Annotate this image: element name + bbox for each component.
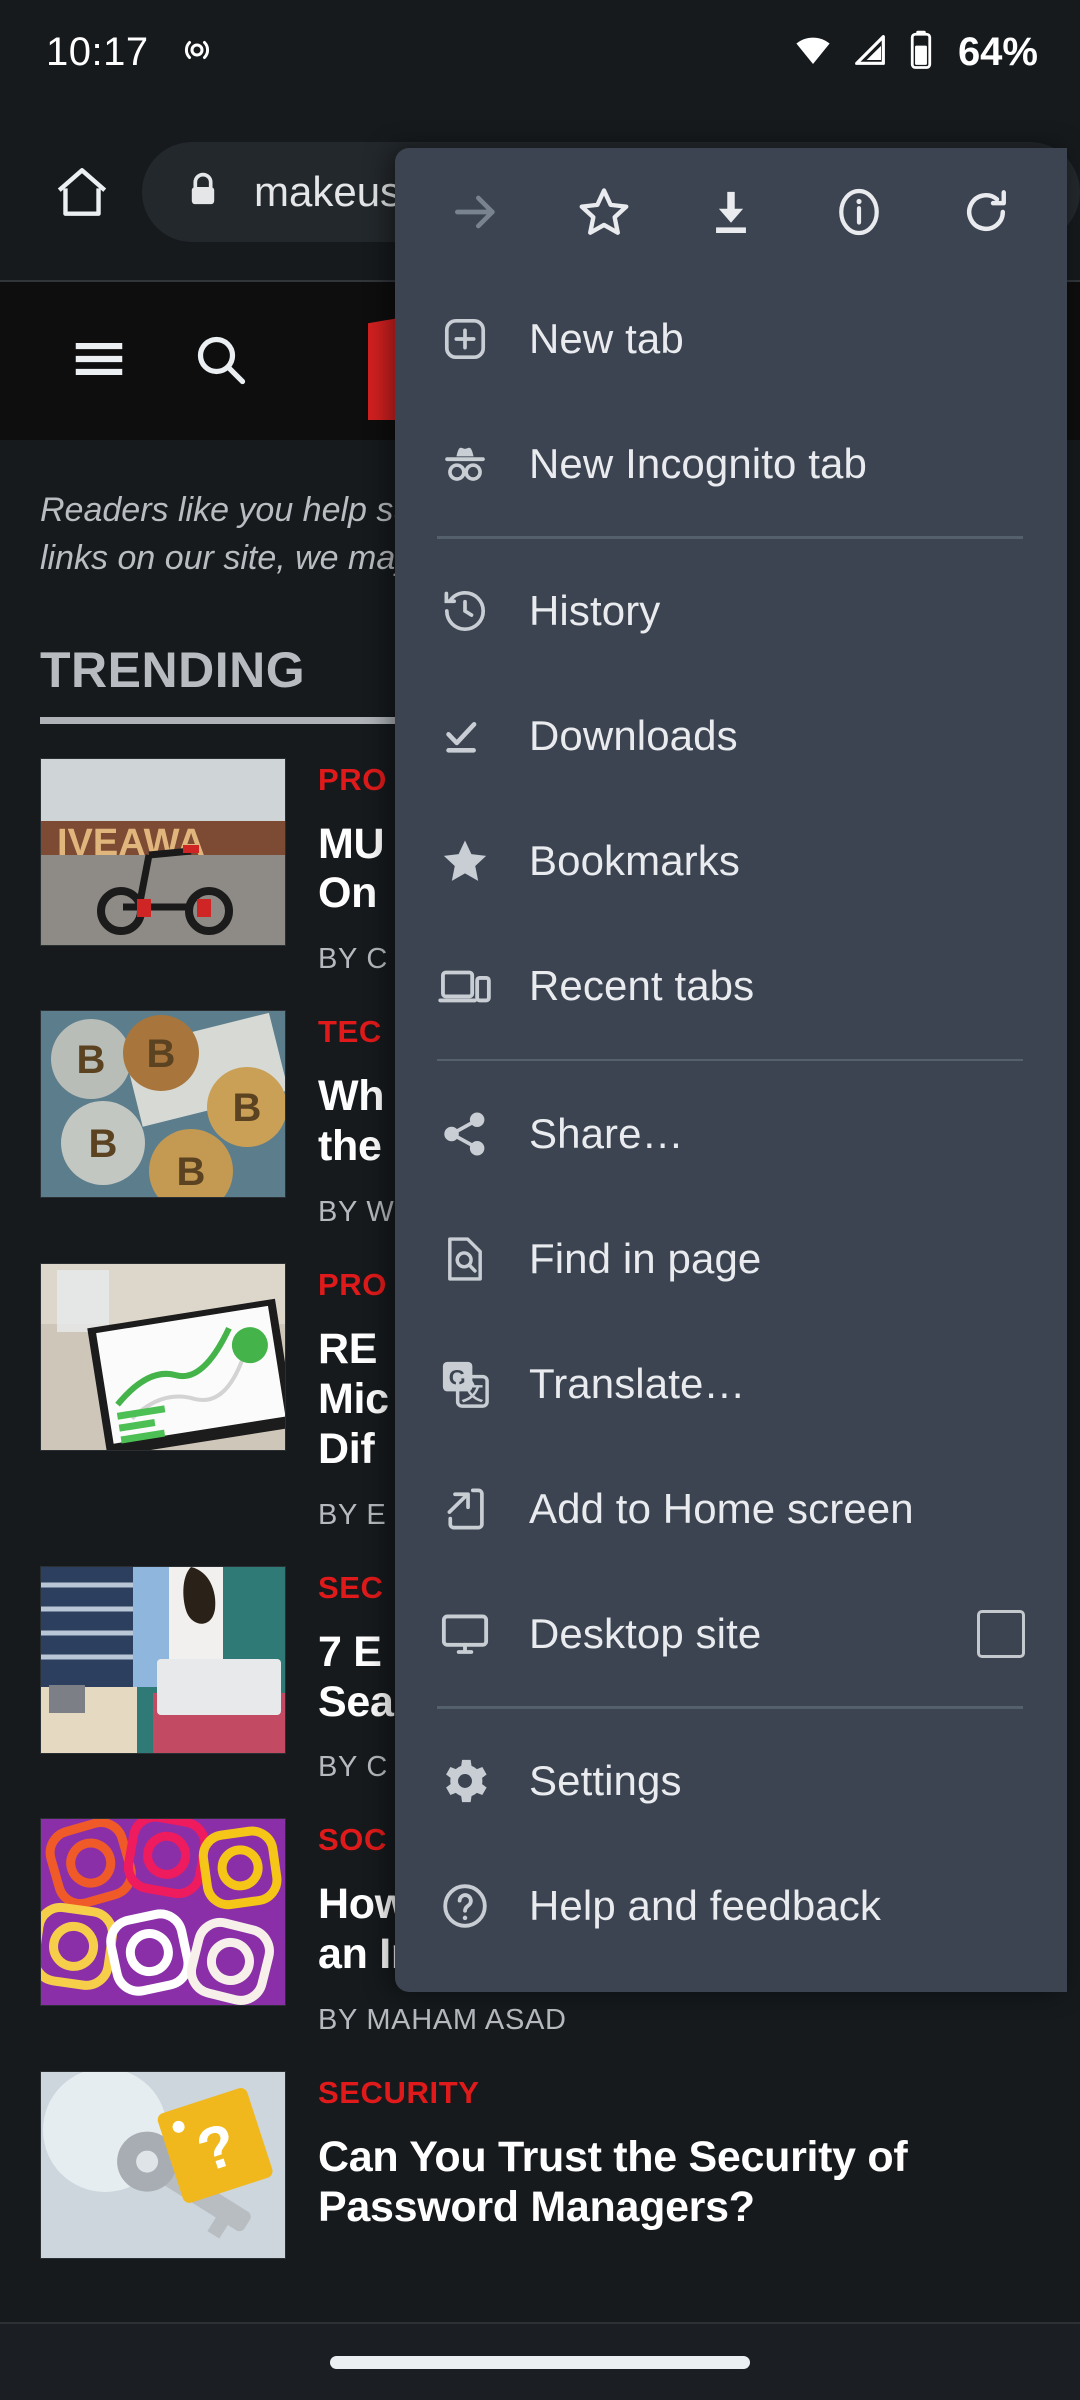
menu-item-new-tab[interactable]: New tab (395, 276, 1067, 401)
find-in-page-icon (435, 1229, 495, 1289)
article-body: SECURITY Can You Trust the Security of P… (318, 2071, 1040, 2233)
cellular-signal-icon (850, 30, 890, 75)
menu-item-label: History (529, 587, 661, 634)
download-icon[interactable] (692, 173, 770, 251)
help-circle-icon (435, 1876, 495, 1936)
star-outline-icon[interactable] (565, 173, 643, 251)
menu-item-label: Desktop site (529, 1609, 762, 1657)
article-thumbnail[interactable]: BBB BB (40, 1010, 286, 1199)
menu-item-label: Recent tabs (529, 962, 755, 1009)
home-gesture-pill[interactable] (330, 2355, 750, 2369)
article-headline[interactable]: Can You Trust the Security of Password M… (318, 2133, 1040, 2233)
svg-text:B: B (77, 1038, 106, 1082)
menu-item-translate[interactable]: G 文 Translate… (395, 1321, 1067, 1446)
gear-icon (435, 1751, 495, 1811)
article-thumbnail[interactable]: IVEAWA (40, 757, 286, 946)
reload-icon[interactable] (947, 173, 1025, 251)
menu-item-bookmarks[interactable]: Bookmarks (395, 799, 1067, 924)
lock-icon[interactable] (182, 169, 224, 216)
menu-item-label: Downloads (529, 712, 738, 759)
menu-item-recent-tabs[interactable]: Recent tabs (395, 924, 1067, 1049)
menu-item-label: Translate… (529, 1359, 746, 1407)
menu-item-label: Share… (529, 1109, 684, 1157)
history-icon (435, 581, 495, 641)
hamburger-menu-icon[interactable] (68, 328, 130, 395)
menu-item-help-and-feedback[interactable]: Help and feedback (395, 1844, 1067, 1969)
svg-text:文: 文 (462, 1380, 484, 1405)
menu-item-label: Help and feedback (529, 1882, 881, 1929)
star-filled-icon (435, 831, 495, 891)
menu-quick-actions (395, 148, 1067, 276)
status-bar-left: 10:17 (46, 30, 217, 75)
info-circle-icon[interactable] (820, 173, 898, 251)
incognito-icon (435, 434, 495, 494)
article-byline: BY MAHAM ASAD (318, 2004, 567, 2037)
status-bar: 10:17 64% (0, 0, 1080, 104)
article-thumbnail[interactable] (40, 1565, 286, 1754)
menu-item-label: New tab (529, 314, 684, 362)
menu-divider (437, 1706, 1023, 1709)
menu-item-label: Find in page (529, 1234, 762, 1282)
svg-text:B: B (147, 1032, 176, 1076)
google-translate-icon: G 文 (435, 1354, 495, 1414)
article-thumbnail[interactable] (40, 1818, 286, 2007)
new-tab-icon (435, 309, 495, 369)
url-text[interactable]: makeus (254, 168, 401, 216)
home-icon[interactable] (36, 146, 128, 238)
menu-item-add-to-home-screen[interactable]: Add to Home screen (395, 1446, 1067, 1571)
browser-overflow-menu: New tab New Incognito tab History Downlo… (395, 148, 1067, 1992)
headline-line-1: Can You Trust the Security of (318, 2133, 908, 2182)
svg-text:B: B (177, 1150, 206, 1194)
menu-item-history[interactable]: History (395, 549, 1067, 674)
menu-item-new-incognito-tab[interactable]: New Incognito tab (395, 401, 1067, 526)
headline-line-2: Password Managers? (318, 2183, 755, 2232)
add-to-home-screen-icon (435, 1479, 495, 1539)
svg-text:IVEAWA: IVEAWA (57, 822, 205, 864)
desktop-monitor-icon (435, 1604, 495, 1664)
menu-item-desktop-site[interactable]: Desktop site (395, 1571, 1067, 1696)
svg-text:B: B (233, 1086, 262, 1130)
status-bar-right: 64% (792, 29, 1038, 76)
menu-divider (437, 536, 1023, 539)
menu-item-settings[interactable]: Settings (395, 1719, 1067, 1844)
menu-item-label: Settings (529, 1757, 682, 1804)
article-category[interactable]: SECURITY (318, 2075, 1040, 2111)
wifi-icon (792, 29, 834, 76)
menu-item-downloads[interactable]: Downloads (395, 674, 1067, 799)
battery-percent: 64% (957, 29, 1038, 74)
list-item[interactable]: ? SECURITY Can You Trust the Security of… (0, 2037, 1080, 2260)
system-navigation-bar (0, 2322, 1080, 2400)
menu-item-label: Add to Home screen (529, 1484, 914, 1532)
menu-item-label: Bookmarks (529, 837, 740, 884)
cast-hotspot-icon (177, 30, 217, 75)
menu-item-share[interactable]: Share… (395, 1071, 1067, 1196)
desktop-site-checkbox[interactable] (977, 1609, 1025, 1658)
svg-text:B: B (89, 1122, 118, 1166)
status-clock: 10:17 (46, 29, 149, 74)
menu-divider (437, 1058, 1023, 1061)
article-thumbnail[interactable]: ? (40, 2071, 286, 2260)
menu-item-label: New Incognito tab (529, 439, 867, 487)
forward-arrow-icon[interactable] (437, 173, 515, 251)
battery-icon (906, 29, 936, 76)
menu-item-find-in-page[interactable]: Find in page (395, 1196, 1067, 1321)
article-thumbnail[interactable] (40, 1263, 286, 1452)
search-icon[interactable] (190, 329, 250, 394)
downloads-icon (435, 706, 495, 766)
recent-tabs-icon (435, 956, 495, 1016)
share-icon (435, 1104, 495, 1164)
